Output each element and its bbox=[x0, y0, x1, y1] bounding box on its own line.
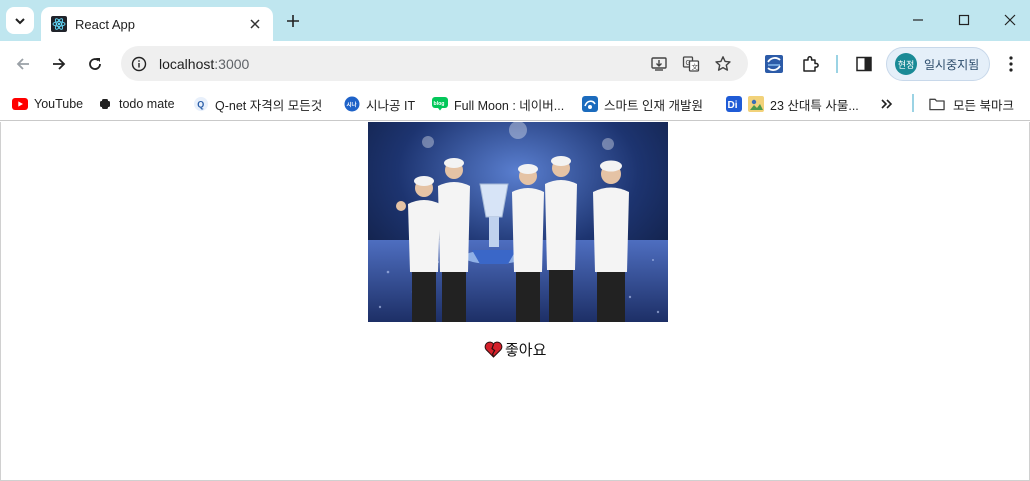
new-tab-button[interactable] bbox=[282, 10, 304, 32]
back-button[interactable] bbox=[10, 51, 36, 77]
bookmark-naver-blog[interactable]: blog Full Moon : 네이버... bbox=[432, 93, 564, 115]
svg-text:blog: blog bbox=[434, 101, 445, 107]
bookmarks-bar: YouTube todo mate Q Q-net 자격의 모든것 시나 시나공… bbox=[0, 87, 1030, 121]
smart-institute-icon bbox=[582, 96, 598, 112]
bookmark-sinagong[interactable]: 시나 시나공 IT bbox=[344, 93, 415, 115]
folder-photo-icon bbox=[748, 96, 764, 112]
side-panel-button[interactable] bbox=[851, 51, 877, 77]
naver-blog-icon: blog bbox=[432, 96, 448, 112]
puzzle-icon bbox=[803, 55, 819, 72]
bookmark-star-button[interactable] bbox=[711, 52, 735, 76]
translate-button[interactable]: G文 bbox=[679, 52, 703, 76]
bookmark-sandaeteuk[interactable]: 23 산대특 사물... bbox=[748, 93, 859, 115]
profile-status-label: 일시중지됨 bbox=[924, 57, 980, 72]
profile-button[interactable]: 현정 일시중지됨 bbox=[886, 47, 990, 81]
sinagong-icon: 시나 bbox=[344, 96, 360, 112]
all-bookmarks-button[interactable]: 모든 북마크 bbox=[929, 93, 1014, 115]
browser-menu-button[interactable] bbox=[998, 51, 1024, 77]
browser-toolbar: localhost:3000 G文 현정 일시중지됨 bbox=[0, 41, 1030, 87]
reload-icon bbox=[89, 58, 101, 70]
bookmark-youtube[interactable]: YouTube bbox=[12, 93, 83, 115]
forward-button[interactable] bbox=[46, 51, 72, 77]
folder-icon bbox=[929, 96, 945, 112]
svg-text:文: 文 bbox=[692, 62, 699, 71]
youtube-icon bbox=[12, 96, 28, 112]
install-icon bbox=[651, 57, 667, 71]
minimize-button[interactable] bbox=[898, 6, 938, 34]
bookmark-todo-mate[interactable]: todo mate bbox=[97, 93, 175, 115]
url-port: :3000 bbox=[214, 55, 250, 72]
extensions-button[interactable] bbox=[797, 51, 823, 77]
chevron-double-right-icon bbox=[881, 99, 893, 109]
reload-button[interactable] bbox=[82, 51, 108, 77]
side-panel-icon bbox=[856, 56, 872, 72]
arrow-left-icon bbox=[16, 58, 29, 70]
extension-s-button[interactable] bbox=[761, 51, 787, 77]
more-bookmarks-button[interactable] bbox=[880, 93, 894, 115]
address-bar[interactable]: localhost:3000 G文 bbox=[121, 46, 748, 81]
react-logo-icon bbox=[51, 16, 67, 32]
bookmark-di[interactable]: Di bbox=[726, 93, 748, 115]
tab-close-button[interactable] bbox=[245, 14, 265, 34]
bookmarks-divider bbox=[912, 94, 914, 112]
bookmark-smart-institute[interactable]: 스마트 인재 개발원 bbox=[582, 93, 703, 115]
qnet-icon: Q bbox=[193, 96, 209, 112]
maximize-button[interactable] bbox=[944, 6, 984, 34]
maximize-icon bbox=[958, 14, 970, 26]
page-viewport: 좋아요 bbox=[0, 122, 1030, 481]
svg-text:시나: 시나 bbox=[347, 101, 357, 109]
tab-title: React App bbox=[75, 16, 135, 32]
more-vertical-icon bbox=[1009, 56, 1013, 72]
star-icon bbox=[715, 56, 731, 71]
site-info-button[interactable] bbox=[125, 50, 153, 78]
minimize-icon bbox=[913, 19, 923, 21]
like-button[interactable]: 좋아요 bbox=[484, 338, 546, 360]
broken-heart-icon bbox=[484, 341, 503, 358]
tab-react-app[interactable]: React App bbox=[41, 7, 273, 41]
chevron-down-icon bbox=[15, 17, 25, 24]
plus-icon bbox=[287, 15, 299, 27]
install-app-button[interactable] bbox=[647, 52, 671, 76]
arrow-right-icon bbox=[53, 58, 66, 70]
team-photo bbox=[368, 122, 668, 322]
extension-s-icon bbox=[765, 55, 783, 73]
toolbar-divider bbox=[836, 55, 838, 73]
url-host: localhost bbox=[159, 55, 215, 72]
window-close-button[interactable] bbox=[990, 6, 1030, 34]
tab-search-button[interactable] bbox=[6, 7, 34, 34]
info-icon bbox=[131, 56, 147, 71]
bookmark-qnet[interactable]: Q Q-net 자격의 모든것 bbox=[193, 93, 322, 115]
todo-mate-icon bbox=[97, 96, 113, 112]
tab-strip: React App bbox=[0, 0, 1030, 41]
avatar: 현정 bbox=[895, 53, 917, 75]
svg-text:Di: Di bbox=[728, 100, 738, 111]
svg-text:Q: Q bbox=[197, 100, 204, 110]
di-icon: Di bbox=[726, 96, 742, 112]
translate-icon: G文 bbox=[682, 56, 700, 72]
close-icon bbox=[1004, 14, 1016, 26]
like-label: 좋아요 bbox=[505, 341, 547, 359]
close-icon bbox=[250, 19, 260, 29]
